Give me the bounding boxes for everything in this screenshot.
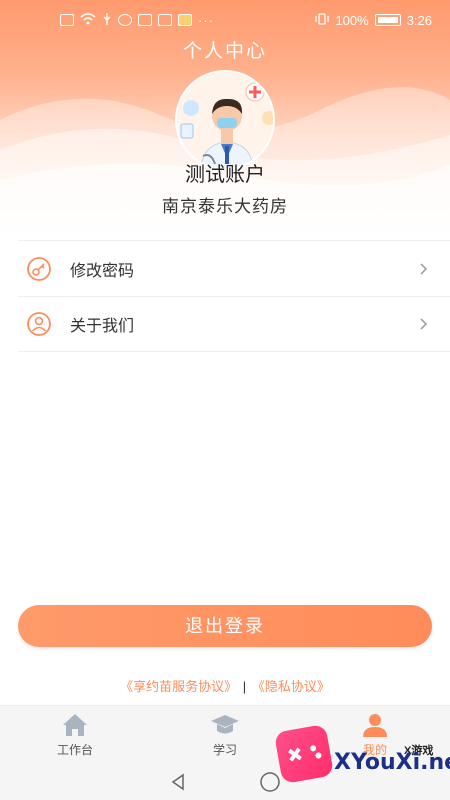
avatar[interactable] xyxy=(175,70,275,170)
user-icon xyxy=(26,311,52,337)
agreement-separator: | xyxy=(242,679,247,694)
privacy-agreement-link[interactable]: 《隐私协议》 xyxy=(252,679,330,694)
more-notifications-icon: ··· xyxy=(198,12,214,28)
page-title: 个人中心 xyxy=(182,41,267,62)
chevron-right-icon xyxy=(420,262,428,275)
back-nav-icon[interactable] xyxy=(169,772,189,792)
app-notification-icon xyxy=(158,14,172,26)
usb-icon xyxy=(102,12,112,29)
store-name: 南京泰乐大药房 xyxy=(162,197,288,216)
logout-button[interactable]: 退出登录 xyxy=(18,605,432,647)
vibrate-icon xyxy=(315,12,330,28)
home-icon xyxy=(63,713,87,736)
tab-label: 工作台 xyxy=(56,742,93,757)
account-name: 测试账户 xyxy=(185,164,265,186)
tab-workbench[interactable]: 工作台 xyxy=(0,706,150,763)
menu-item-about-us[interactable]: 关于我们 xyxy=(18,296,450,352)
menu-item-label: 关于我们 xyxy=(70,318,135,335)
key-icon xyxy=(26,256,52,282)
service-agreement-link[interactable]: 《享约苗服务协议》 xyxy=(120,679,237,694)
battery-percent: 100% xyxy=(335,12,369,28)
graduation-cap-icon xyxy=(211,714,239,733)
menu-item-change-password[interactable]: 修改密码 xyxy=(18,240,450,296)
app-notification-icon xyxy=(178,14,192,26)
tab-label: 学习 xyxy=(212,742,237,757)
status-bar: ··· 100% 3:26 xyxy=(0,0,450,40)
clock: 3:26 xyxy=(406,12,432,28)
app-notification-icon xyxy=(118,14,132,26)
doctor-avatar-icon xyxy=(179,74,273,168)
watermark-logo-icon xyxy=(273,723,335,785)
app-notification-icon xyxy=(138,14,152,26)
status-icons-right: 100% 3:26 xyxy=(315,13,432,28)
wifi-icon xyxy=(80,12,96,28)
watermark: X游戏 XYouXi.net xyxy=(273,720,450,794)
battery-icon xyxy=(374,14,401,26)
watermark-text: XYouXi.net xyxy=(334,750,450,775)
sim-icon xyxy=(60,14,74,26)
agreements: 《享约苗服务协议》 | 《隐私协议》 xyxy=(0,676,450,695)
menu-item-label: 修改密码 xyxy=(70,262,135,280)
settings-menu: 修改密码 关于我们 xyxy=(18,240,450,352)
status-icons-left: ··· xyxy=(60,12,214,29)
chevron-right-icon xyxy=(420,318,428,330)
